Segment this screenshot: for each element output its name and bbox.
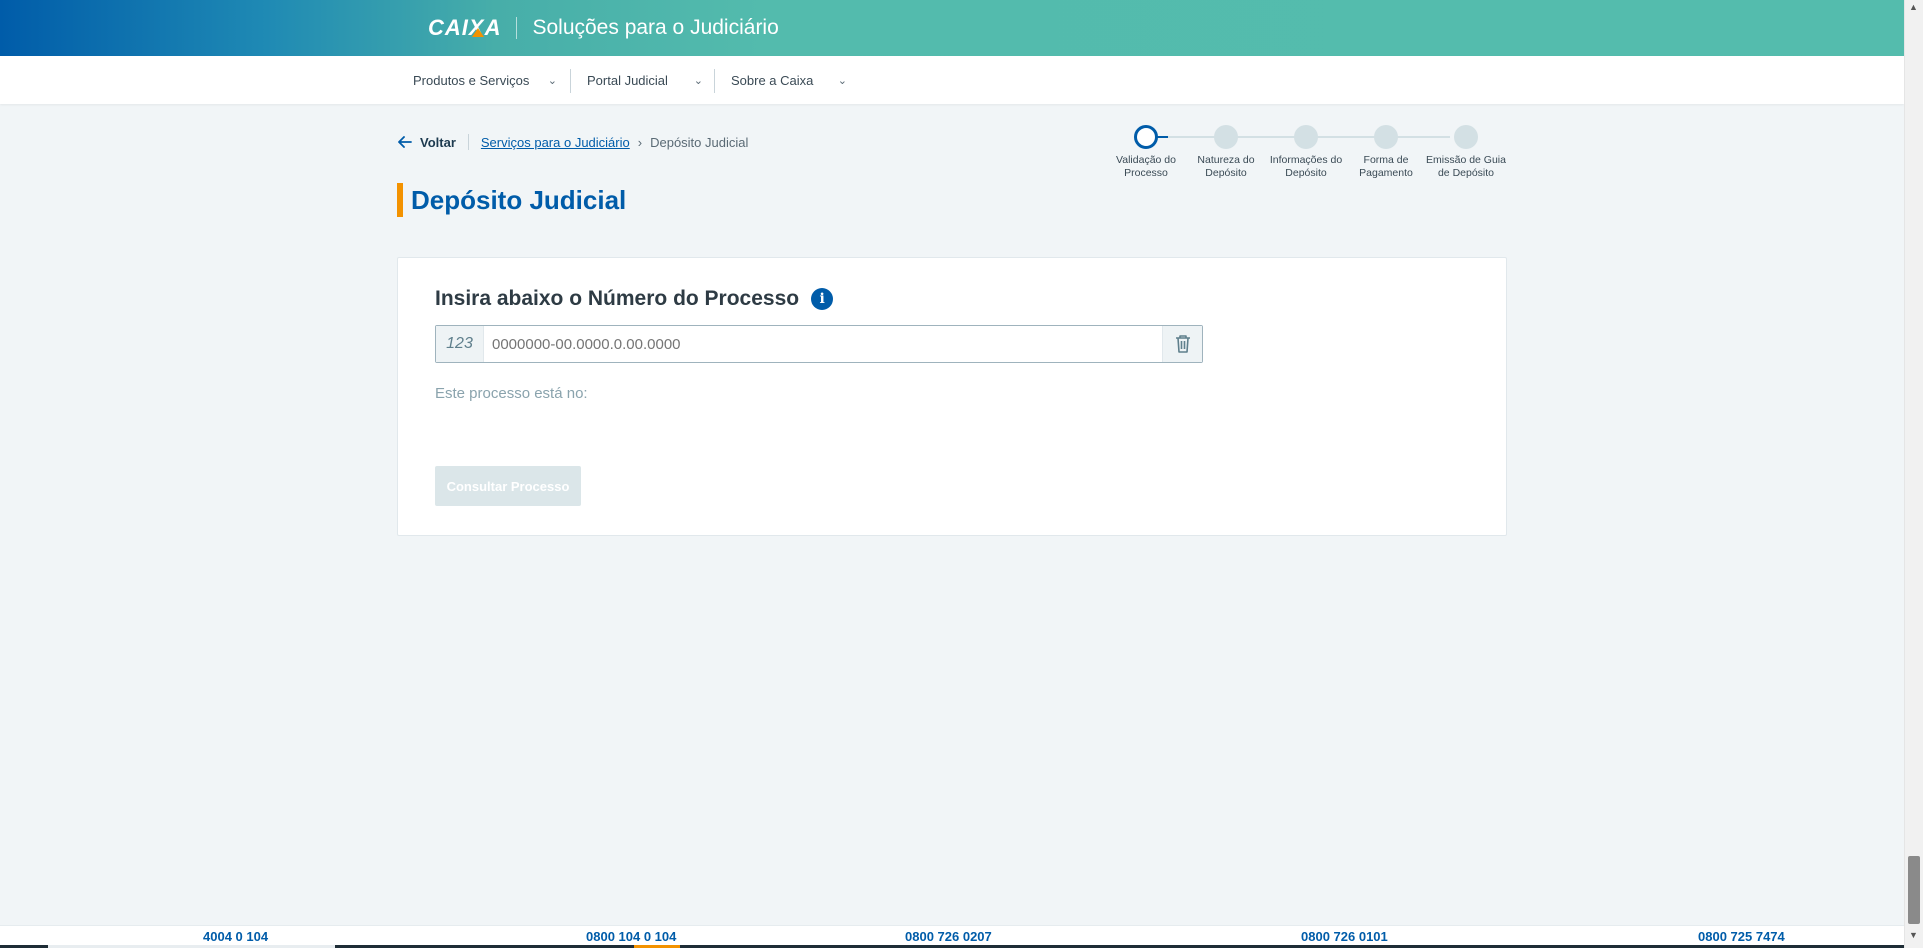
step-1-indicator — [1134, 125, 1158, 149]
back-label: Voltar — [420, 134, 456, 150]
nav-item-produtos-servicos[interactable]: Produtos e Serviços ⌄ — [413, 68, 557, 92]
step-2-label: Natureza do Depósito — [1197, 154, 1255, 179]
step-5-indicator — [1454, 125, 1478, 149]
process-number-input[interactable] — [484, 326, 1162, 362]
consult-process-button[interactable]: Consultar Processo — [435, 466, 581, 506]
number-prefix-icon: 123 — [436, 326, 484, 362]
process-location-label: Este processo está no: — [435, 385, 588, 402]
info-icon[interactable]: i — [811, 288, 834, 310]
title-accent-bar — [397, 183, 403, 217]
phone-number[interactable]: 0800 726 0207 — [905, 929, 992, 944]
step-2-indicator — [1214, 125, 1238, 149]
nav-item-label: Sobre a Caixa — [731, 72, 814, 88]
nav-item-portal-judicial[interactable]: Portal Judicial ⌄ — [587, 68, 703, 92]
main-navbar: Produtos e Serviços ⌄ Portal Judicial ⌄ … — [0, 56, 1904, 104]
site-title: Soluções para o Judiciário — [532, 16, 779, 39]
chevron-right-icon: › — [637, 134, 643, 150]
scroll-down-icon[interactable]: ▼ — [1909, 930, 1918, 940]
brand-divider — [516, 17, 518, 39]
page-title-block: Depósito Judicial — [397, 183, 626, 217]
breadcrumb: Voltar Serviços para o Judiciário › Depó… — [398, 134, 748, 150]
step-4-indicator — [1374, 125, 1398, 149]
step-3-indicator — [1294, 125, 1318, 149]
step-4-label: Forma de Pagamento — [1359, 154, 1413, 179]
scrollbar-thumb[interactable] — [1908, 856, 1920, 924]
process-form-card: Insira abaixo o Número do Processo i 123… — [397, 257, 1507, 536]
nav-item-sobre-caixa[interactable]: Sobre a Caixa ⌄ — [731, 68, 847, 92]
breadcrumb-divider — [467, 134, 469, 150]
phone-number[interactable]: 4004 0 104 — [203, 929, 268, 944]
arrow-left-icon — [398, 136, 412, 148]
step-3-label: Informações do Depósito — [1269, 154, 1343, 179]
nav-item-label: Produtos e Serviços — [413, 72, 530, 88]
caixa-logo[interactable]: CAIXA — [428, 15, 501, 41]
breadcrumb-link-servicos[interactable]: Serviços para o Judiciário — [481, 135, 630, 150]
brand: CAIXA Soluções para o Judiciário — [428, 12, 779, 44]
progress-stepper: Validação do Processo Natureza do Depósi… — [1110, 124, 1510, 184]
phone-number[interactable]: 0800 726 0101 — [1301, 929, 1388, 944]
page-title: Depósito Judicial — [411, 184, 627, 215]
chevron-down-icon: ⌄ — [693, 74, 703, 87]
phone-number[interactable]: 0800 104 0 104 — [586, 929, 676, 944]
breadcrumb-current: Depósito Judicial — [650, 134, 749, 150]
chevron-down-icon: ⌄ — [547, 74, 557, 87]
nav-divider — [570, 69, 571, 93]
chevron-down-icon: ⌄ — [837, 74, 847, 87]
back-button[interactable]: Voltar — [398, 135, 456, 150]
form-heading: Insira abaixo o Número do Processo i — [435, 287, 834, 311]
nav-divider — [714, 69, 715, 93]
vertical-scrollbar[interactable]: ▲ ▼ — [1904, 0, 1923, 948]
phone-number[interactable]: 0800 725 7474 — [1698, 929, 1785, 944]
nav-item-label: Portal Judicial — [587, 72, 668, 88]
scroll-up-icon[interactable]: ▲ — [1909, 2, 1918, 12]
process-number-field: 123 — [435, 325, 1203, 363]
form-heading-text: Insira abaixo o Número do Processo — [435, 287, 800, 310]
trash-icon[interactable] — [1162, 326, 1202, 362]
footer-phones: 4004 0 104 0800 104 0 104 0800 726 0207 … — [0, 925, 1904, 945]
step-5-label: Emissão de Guia de Depósito — [1426, 154, 1506, 179]
step-1-label: Validação do Processo — [1116, 154, 1176, 179]
top-header: CAIXA Soluções para o Judiciário — [0, 0, 1904, 56]
